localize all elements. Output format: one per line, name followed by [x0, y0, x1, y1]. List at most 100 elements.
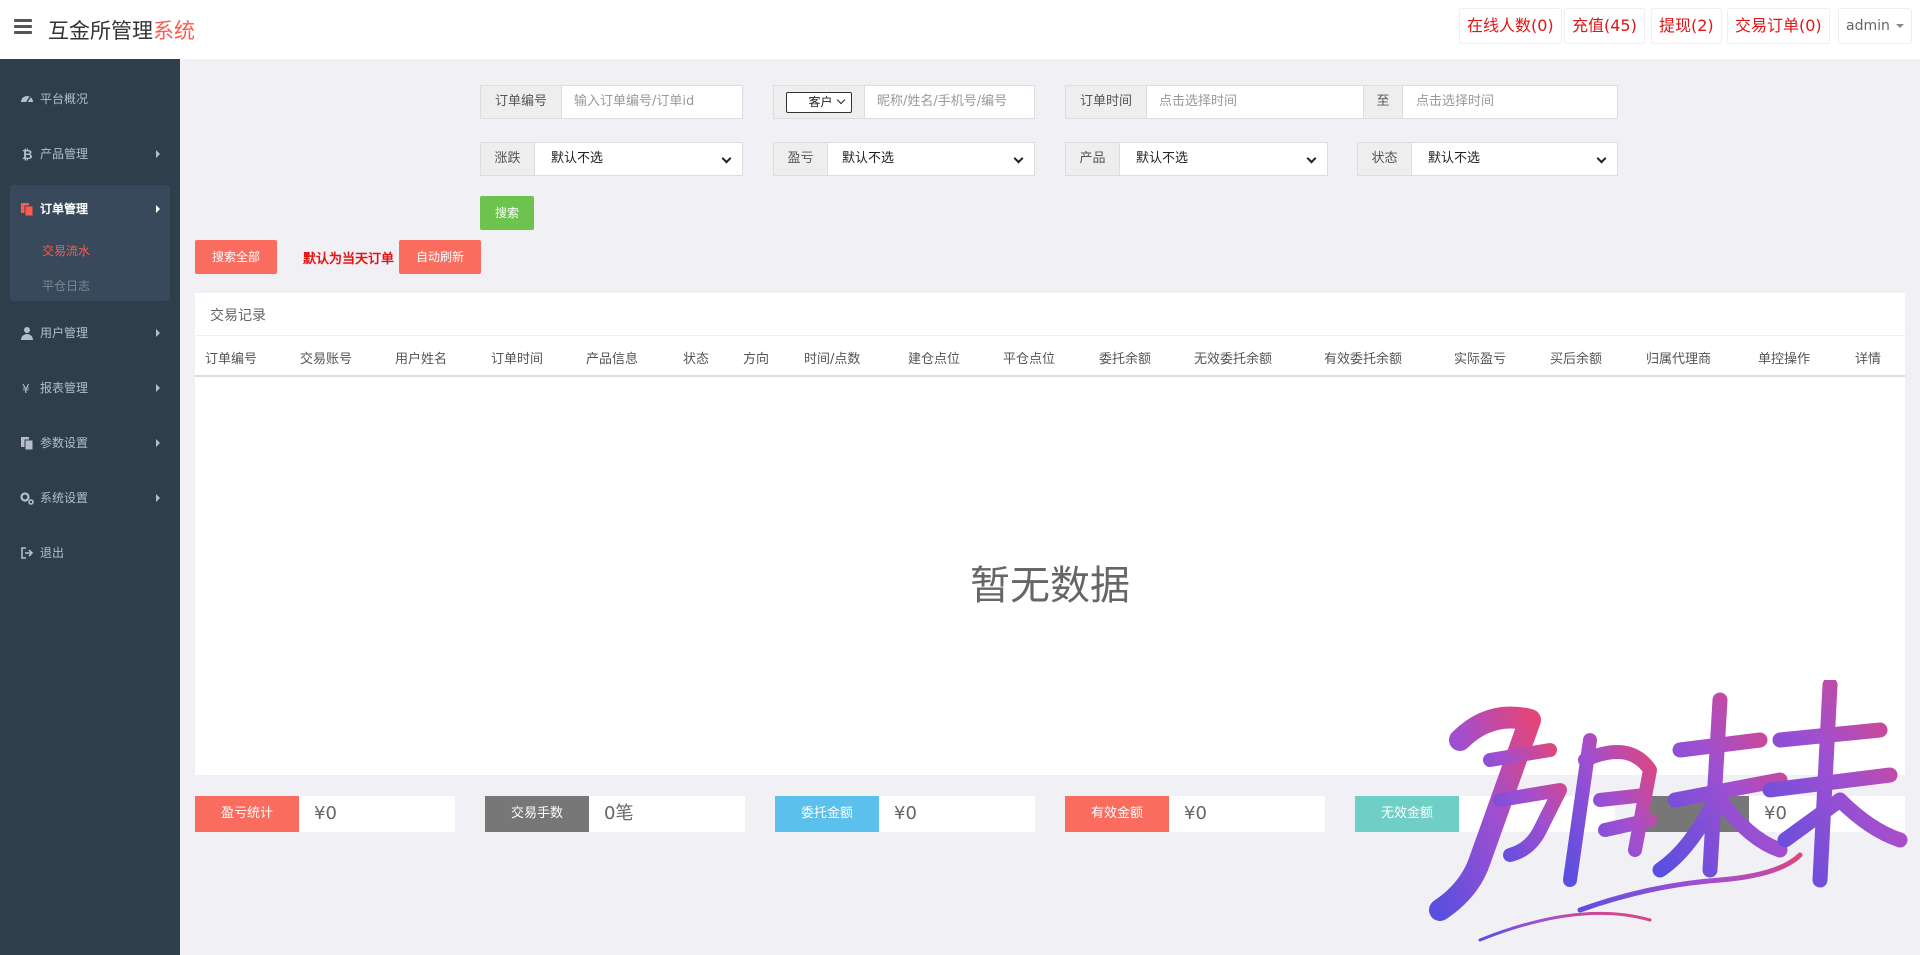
panel-title: 交易记录 — [210, 308, 266, 324]
sidebar-subitem-close-log[interactable]: 平仓日志 — [42, 277, 90, 294]
client-type-select-value: 客户 — [808, 95, 833, 109]
product-select[interactable]: 默认不选 — [1136, 143, 1188, 175]
trade-orders-button[interactable]: 交易订单(0) — [1727, 8, 1830, 44]
sidebar-item-products[interactable]: ₿ 产品管理 — [0, 134, 180, 174]
column-header: 详情 — [1855, 352, 1882, 367]
stat-value: ¥0 — [1169, 796, 1325, 832]
order-time-filter: 订单时间 点击选择时间 至 点击选择时间 — [1065, 85, 1618, 119]
client-search-input[interactable]: 昵称/姓名/手机号/编号 — [877, 86, 1007, 118]
order-time-label: 订单时间 — [1066, 86, 1147, 118]
sidebar-item-label: 用户管理 — [40, 326, 89, 340]
sidebar-item-reports[interactable]: ¥ 报表管理 — [0, 368, 180, 408]
calligraphy-watermark-image — [1429, 680, 1908, 942]
top-header: 互金所管理系统 在线人数(0) 充值(45) 提现(2) 交易订单(0) adm… — [0, 0, 1920, 59]
column-header: 实际盈亏 — [1454, 352, 1507, 367]
online-count-button[interactable]: 在线人数(0) — [1459, 8, 1562, 44]
empty-state-text: 暂无数据 — [970, 563, 1130, 609]
user-menu-button[interactable]: admin — [1838, 8, 1912, 44]
sidebar-item-params[interactable]: 参数设置 — [0, 423, 180, 463]
column-header: 时间/点数 — [804, 352, 861, 367]
table-header: 订单编号 交易账号 用户姓名 订单时间 产品信息 状态 方向 时间/点数 建仓点… — [195, 335, 1905, 377]
order-no-filter: 订单编号 输入订单编号/订单id — [480, 85, 743, 119]
sidebar-subitem-trade-flow[interactable]: 交易流水 — [42, 242, 90, 259]
dashboard-icon — [21, 96, 33, 103]
recharge-button[interactable]: 充值(45) — [1564, 8, 1645, 44]
stat-value: ¥0 — [879, 796, 1035, 832]
column-header: 交易账号 — [300, 352, 353, 367]
sidebar-item-label: 产品管理 — [40, 147, 89, 161]
column-header: 有效委托余额 — [1324, 352, 1403, 367]
chevron-down-icon — [1306, 153, 1317, 164]
app-title-main: 互金所管理 — [48, 19, 153, 43]
profit-label: 盈亏 — [774, 143, 828, 175]
search-button[interactable]: 搜索 — [480, 196, 534, 230]
order-no-label: 订单编号 — [481, 86, 562, 118]
chevron-right-icon — [156, 384, 160, 392]
time-to-label: 至 — [1363, 86, 1403, 118]
sidebar-item-overview[interactable]: 平台概况 — [0, 79, 180, 119]
column-header: 订单时间 — [491, 352, 544, 367]
column-header: 订单编号 — [205, 352, 258, 367]
stat-label: 委托金额 — [775, 796, 879, 832]
copy-icon — [21, 203, 34, 216]
svg-text:¥: ¥ — [22, 382, 30, 395]
column-header: 用户姓名 — [395, 352, 448, 367]
time-end-input[interactable]: 点击选择时间 — [1416, 86, 1494, 118]
column-header: 平仓点位 — [1003, 352, 1056, 367]
stat-value: ¥0 — [299, 796, 455, 832]
sidebar-item-system[interactable]: 系统设置 — [0, 478, 180, 518]
bitcoin-icon: ₿ — [22, 148, 33, 161]
status-filter[interactable]: 状态 默认不选 — [1357, 142, 1618, 176]
chevron-right-icon — [156, 205, 160, 213]
stat-label: 盈亏统计 — [195, 796, 299, 832]
rise-fall-label: 涨跌 — [481, 143, 535, 175]
rise-fall-select[interactable]: 默认不选 — [551, 143, 603, 175]
caret-down-icon — [1895, 24, 1904, 28]
column-header: 方向 — [743, 352, 770, 367]
status-select[interactable]: 默认不选 — [1428, 143, 1480, 175]
chevron-right-icon — [156, 439, 160, 447]
chevron-right-icon — [156, 329, 160, 337]
chevron-right-icon — [156, 150, 160, 158]
app-title: 互金所管理系统 — [48, 15, 195, 45]
sidebar-item-label: 平台概况 — [40, 92, 89, 106]
hamburger-menu-icon[interactable] — [14, 19, 32, 35]
sign-out-icon — [21, 547, 34, 559]
chevron-right-icon — [156, 494, 160, 502]
sidebar-item-orders[interactable]: 订单管理 — [0, 189, 180, 229]
search-all-button[interactable]: 搜索全部 — [195, 240, 277, 274]
profit-select[interactable]: 默认不选 — [842, 143, 894, 175]
stat-label: 交易手数 — [485, 796, 589, 832]
auto-refresh-button[interactable]: 自动刷新 — [399, 240, 481, 274]
column-header: 归属代理商 — [1646, 352, 1712, 367]
chevron-down-icon — [836, 95, 846, 105]
gears-icon — [20, 492, 34, 505]
sidebar-item-label: 订单管理 — [40, 202, 89, 216]
column-header: 无效委托余额 — [1194, 352, 1273, 367]
chevron-down-icon — [1013, 153, 1024, 164]
client-select-addon: 客户 — [774, 86, 865, 118]
client-filter: 客户 昵称/姓名/手机号/编号 — [773, 85, 1035, 119]
sidebar-item-label: 退出 — [40, 546, 65, 560]
sidebar: 平台概况 ₿ 产品管理 订单管理 交易流水 平仓日志 用户管理 ¥ 报表管理 参… — [0, 59, 180, 955]
sidebar-item-label: 系统设置 — [40, 491, 89, 505]
sidebar-item-logout[interactable]: 退出 — [0, 533, 180, 573]
order-no-input[interactable]: 输入订单编号/订单id — [574, 86, 694, 118]
time-start-input[interactable]: 点击选择时间 — [1159, 86, 1237, 118]
rise-fall-filter[interactable]: 涨跌 默认不选 — [480, 142, 743, 176]
user-name: admin — [1846, 18, 1890, 34]
sidebar-item-label: 报表管理 — [40, 381, 89, 395]
product-label: 产品 — [1066, 143, 1120, 175]
user-icon — [21, 327, 33, 340]
stat-value: 0笔 — [589, 796, 745, 832]
client-type-select[interactable]: 客户 — [786, 92, 852, 113]
withdraw-button[interactable]: 提现(2) — [1651, 8, 1722, 44]
column-header: 单控操作 — [1758, 352, 1811, 367]
sidebar-item-label: 参数设置 — [40, 436, 89, 450]
chevron-down-icon — [721, 153, 732, 164]
status-label: 状态 — [1358, 143, 1412, 175]
default-today-note: 默认为当天订单 — [303, 252, 395, 267]
profit-filter[interactable]: 盈亏 默认不选 — [773, 142, 1035, 176]
product-filter[interactable]: 产品 默认不选 — [1065, 142, 1328, 176]
sidebar-item-users[interactable]: 用户管理 — [0, 313, 180, 353]
